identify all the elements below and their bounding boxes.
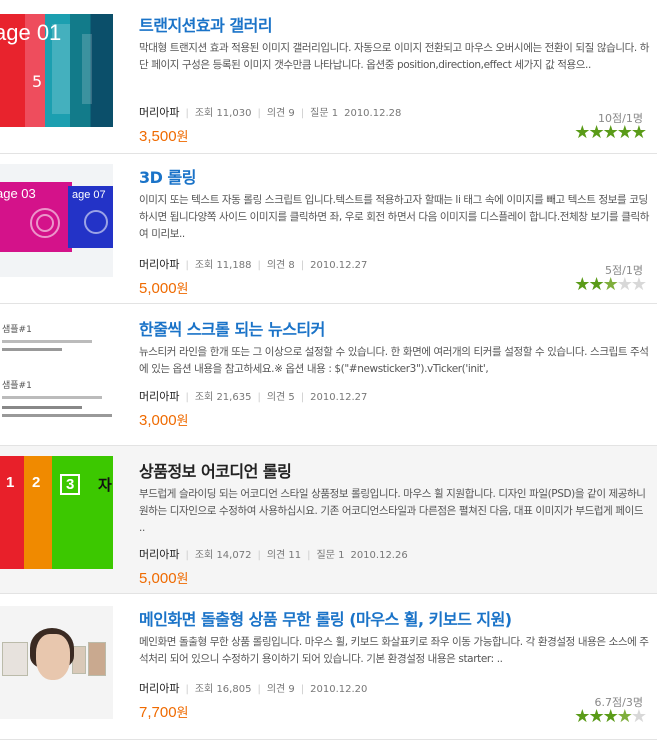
- item-meta: 머리아파 | 조회 11,188 | 의견 8 | 2010.12.27: [139, 258, 368, 271]
- comment-count: 의견 8: [266, 260, 295, 271]
- star-icon: ★: [588, 274, 604, 295]
- rating-stars: ★★★★★: [574, 122, 647, 143]
- author-link[interactable]: 머리아파: [139, 258, 179, 271]
- thumbnail-label: age 03: [0, 186, 36, 201]
- price: 5,000원: [139, 278, 189, 297]
- item-description: 뉴스티커 라인을 한개 또는 그 이상으로 설정할 수 있습니다. 한 화면에 …: [139, 346, 649, 375]
- rating-stars: ★★★★★: [574, 274, 647, 295]
- item-meta: 머리아파 | 조회 11,030 | 의견 9 | 질문 1 2010.12.28: [139, 106, 402, 119]
- item-thumbnail[interactable]: [0, 606, 113, 719]
- price-currency: 원: [176, 130, 189, 145]
- price-currency: 원: [176, 706, 189, 721]
- comment-count: 의견 9: [266, 108, 295, 119]
- item-thumbnail[interactable]: age 03 age 07: [0, 164, 113, 277]
- thumbnail-number: 5: [32, 72, 43, 91]
- list-item: 메인화면 돌출형 상품 무한 롤링 (마우스 휠, 키보드 지원) 메인화면 돌…: [0, 594, 657, 740]
- price-currency: 원: [176, 282, 189, 297]
- author-link[interactable]: 머리아파: [139, 682, 179, 695]
- item-meta: 머리아파 | 조회 16,805 | 의견 9 | 2010.12.20: [139, 682, 368, 695]
- price: 3,500원: [139, 126, 189, 145]
- star-icon: ★: [602, 274, 619, 295]
- price: 5,000원: [139, 568, 189, 587]
- date: 2010.12.27: [310, 392, 368, 403]
- thumbnail-label: age 01: [0, 20, 62, 45]
- view-count: 조회 21,635: [194, 392, 252, 403]
- author-link[interactable]: 머리아파: [139, 106, 179, 119]
- list-item: 1 2 3 자 상품정보 어코디언 롤링 부드럽게 슬라이딩 되는 어코디언 스…: [0, 446, 657, 594]
- star-icon: ★: [602, 122, 619, 143]
- item-meta: 머리아파 | 조회 21,635 | 의견 5 | 2010.12.27: [139, 390, 368, 403]
- thumbnail-step-3: 3: [60, 474, 81, 495]
- item-thumbnail[interactable]: age 01 5: [0, 14, 113, 127]
- item-meta: 머리아파 | 조회 14,072 | 의견 11 | 질문 1 2010.12.26: [139, 548, 408, 561]
- question-count: 질문 1: [310, 108, 339, 119]
- star-icon: ★: [588, 122, 604, 143]
- item-description: 막대형 트랜지션 효과 적용된 이미지 갤러리입니다. 자동으로 이미지 전환되…: [139, 42, 650, 71]
- star-icon: ★: [616, 122, 633, 143]
- comment-count: 의견 9: [266, 684, 295, 695]
- list-item: 샘플#1 샘플#1 한줄씩 스크롤 되는 뉴스티커 뉴스티커 라인을 한개 또는…: [0, 304, 657, 446]
- item-title-link[interactable]: 상품정보 어코디언 롤링: [139, 458, 292, 482]
- date: 2010.12.27: [310, 260, 368, 271]
- price-value: 5,000: [139, 280, 177, 297]
- star-icon: ★: [630, 706, 647, 727]
- date: 2010.12.28: [344, 108, 402, 119]
- price-currency: 원: [176, 572, 189, 587]
- author-link[interactable]: 머리아파: [139, 548, 179, 561]
- price-currency: 원: [176, 414, 189, 429]
- list-item: age 01 5 트랜지션효과 갤러리 막대형 트랜지션 효과 적용된 이미지 …: [0, 0, 657, 154]
- date: 2010.12.20: [310, 684, 368, 695]
- view-count: 조회 11,030: [194, 108, 252, 119]
- item-title-link[interactable]: 한줄씩 스크롤 되는 뉴스티커: [139, 316, 325, 340]
- price: 7,700원: [139, 702, 189, 721]
- star-icon: ★: [588, 706, 604, 727]
- price-value: 3,000: [139, 412, 177, 429]
- thumbnail-step-2: 2: [32, 474, 41, 491]
- star-icon: ★: [602, 706, 619, 727]
- thumbnail-label-secondary: age 07: [72, 189, 106, 201]
- comment-count: 의견 5: [266, 392, 295, 403]
- thumbnail-step-1: 1: [6, 474, 15, 491]
- thumbnail-caption: 샘플#1: [2, 325, 32, 335]
- star-icon: ★: [616, 274, 633, 295]
- item-description: 메인화면 돌출형 무한 상품 롤링입니다. 마우스 휠, 키보드 화살표키로 좌…: [139, 636, 649, 665]
- item-thumbnail[interactable]: 샘플#1 샘플#1: [0, 314, 113, 427]
- item-title-link[interactable]: 메인화면 돌출형 상품 무한 롤링 (마우스 휠, 키보드 지원): [139, 606, 512, 630]
- view-count: 조회 11,188: [194, 260, 252, 271]
- star-icon: ★: [616, 706, 633, 727]
- item-description: 이미지 또는 텍스트 자동 롤링 스크립트 입니다.텍스트를 적용하고자 할때는…: [139, 194, 650, 240]
- star-icon: ★: [574, 274, 590, 295]
- price-value: 7,700: [139, 704, 177, 721]
- comment-count: 의견 11: [266, 550, 302, 561]
- list-item: age 03 age 07 3D 롤링 이미지 또는 텍스트 자동 롤링 스크립…: [0, 154, 657, 304]
- price-value: 3,500: [139, 128, 177, 145]
- author-link[interactable]: 머리아파: [139, 390, 179, 403]
- star-icon: ★: [630, 122, 647, 143]
- question-count: 질문 1: [316, 550, 345, 561]
- item-title-link[interactable]: 트랜지션효과 갤러리: [139, 12, 273, 36]
- thumbnail-side-text: 자: [98, 477, 112, 494]
- item-description: 부드럽게 슬라이딩 되는 어코디언 스타일 상품정보 롤링입니다. 마우스 휠 …: [139, 488, 646, 534]
- view-count: 조회 16,805: [194, 684, 252, 695]
- thumbnail-caption: 샘플#1: [2, 381, 32, 391]
- rating-stars: ★★★★★: [574, 706, 647, 727]
- star-icon: ★: [574, 122, 590, 143]
- star-icon: ★: [630, 274, 647, 295]
- view-count: 조회 14,072: [194, 550, 252, 561]
- date: 2010.12.26: [350, 550, 408, 561]
- price-value: 5,000: [139, 570, 177, 587]
- item-title-link[interactable]: 3D 롤링: [139, 164, 196, 188]
- price: 3,000원: [139, 410, 189, 429]
- item-thumbnail[interactable]: 1 2 3 자: [0, 456, 113, 569]
- star-icon: ★: [574, 706, 590, 727]
